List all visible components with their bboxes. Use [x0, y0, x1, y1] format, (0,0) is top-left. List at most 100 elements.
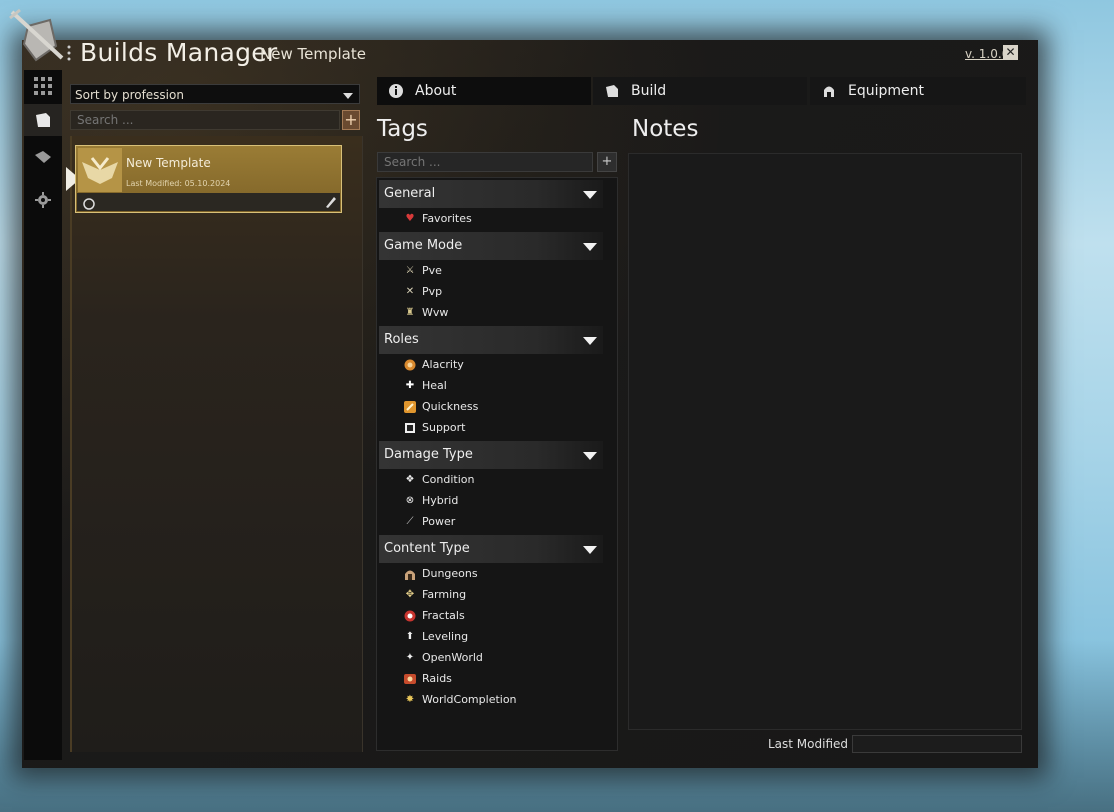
template-card[interactable]: New Template Last Modified: 05.10.2024 — [75, 145, 342, 213]
sort-select[interactable]: Sort by profession — [70, 84, 360, 104]
category-content-type[interactable]: Content Type — [379, 535, 603, 563]
tag-farming[interactable]: ✥ Farming — [404, 585, 466, 605]
tag-quickness[interactable]: Quickness — [404, 397, 478, 417]
tag-leveling[interactable]: ⬆ Leveling — [404, 627, 468, 647]
heal-cross-icon: ✚ — [405, 380, 415, 391]
category-label: Content Type — [384, 541, 470, 556]
category-damage-type[interactable]: Damage Type — [379, 441, 603, 469]
category-roles[interactable]: Roles — [379, 326, 603, 354]
world-completion-icon: ✸ — [405, 694, 415, 705]
window-title: Builds Manager — [80, 38, 278, 67]
tag-pvp[interactable]: ✕ Pvp — [404, 282, 442, 302]
tag-label: OpenWorld — [422, 651, 483, 664]
support-icon — [404, 422, 416, 434]
power-icon: ⟋ — [406, 516, 414, 527]
close-icon: ✕ — [1005, 45, 1016, 59]
hybrid-icon: ⊗ — [405, 495, 415, 506]
raids-icon — [404, 673, 416, 685]
tags-heading: Tags — [377, 116, 428, 142]
rail-settings-button[interactable] — [24, 184, 62, 216]
fractals-icon — [404, 610, 416, 622]
current-template-title: New Template — [260, 45, 366, 63]
template-name: New Template — [126, 156, 211, 170]
tag-condition[interactable]: ❖ Condition — [404, 470, 475, 490]
category-game-mode[interactable]: Game Mode — [379, 232, 603, 260]
template-card-footer — [77, 193, 340, 211]
chevron-down-icon — [583, 337, 597, 345]
template-list — [70, 136, 363, 752]
tag-pve[interactable]: ⚔ Pve — [404, 261, 442, 281]
tag-label: Leveling — [422, 630, 469, 643]
tag-label: WorldCompletion — [422, 693, 517, 706]
alacrity-icon — [404, 359, 416, 371]
tag-raids[interactable]: Raids — [404, 669, 452, 689]
tag-label: Condition — [422, 473, 475, 486]
dungeon-icon — [404, 568, 416, 580]
tag-hybrid[interactable]: ⊗ Hybrid — [404, 491, 459, 511]
template-search-input[interactable] — [70, 110, 340, 130]
tag-label: Hybrid — [422, 494, 459, 507]
build-icon — [603, 82, 621, 100]
chevron-down-icon — [583, 243, 597, 251]
tag-label: Fractals — [422, 609, 465, 622]
open-world-icon: ✦ — [405, 652, 415, 663]
templates-icon — [36, 113, 50, 127]
category-label: Game Mode — [384, 238, 463, 253]
tab-build-label: Build — [631, 83, 667, 99]
tag-fractals[interactable]: Fractals — [404, 606, 465, 626]
tag-label: Power — [422, 515, 456, 528]
tag-label: Support — [422, 421, 466, 434]
category-label: General — [384, 186, 436, 201]
rail-tags-button[interactable] — [24, 142, 62, 174]
tag-heal[interactable]: ✚ Heal — [404, 376, 447, 396]
add-template-button[interactable]: + — [342, 110, 360, 130]
profession-emblem-icon — [78, 148, 122, 192]
chevron-down-icon — [583, 452, 597, 460]
tab-about[interactable]: About — [377, 77, 591, 105]
tag-dungeons[interactable]: Dungeons — [404, 564, 478, 584]
rail-grid-button[interactable] — [24, 70, 62, 102]
tag-label: Wvw — [422, 306, 449, 319]
tag-label: Favorites — [422, 212, 472, 225]
tag-label: Heal — [422, 379, 447, 392]
chevron-down-icon — [343, 93, 353, 99]
leveling-icon: ⬆ — [405, 631, 415, 642]
info-icon — [387, 82, 405, 100]
tab-equipment-label: Equipment — [848, 83, 924, 99]
tab-equipment[interactable]: Equipment — [810, 77, 1026, 105]
left-rail — [24, 70, 62, 760]
tag-favorites[interactable]: ♥ Favorites — [404, 209, 472, 229]
tag-label: Alacrity — [422, 358, 464, 371]
notes-textarea[interactable] — [628, 153, 1022, 730]
tags-search-input[interactable] — [377, 152, 593, 172]
tag-label: Pvp — [422, 285, 443, 298]
tag-power[interactable]: ⟋ Power — [404, 512, 456, 532]
notes-heading: Notes — [632, 116, 699, 142]
rail-templates-button[interactable] — [24, 104, 62, 136]
tag-openworld[interactable]: ✦ OpenWorld — [404, 648, 483, 668]
category-general[interactable]: General — [379, 180, 603, 208]
last-modified-field — [852, 735, 1022, 753]
builds-manager-logo — [9, 8, 64, 62]
category-label: Roles — [384, 332, 419, 347]
drag-handle[interactable] — [66, 44, 72, 62]
tab-build[interactable]: Build — [593, 77, 807, 105]
tag-wvw[interactable]: ♜ Wvw — [404, 303, 449, 323]
heart-icon: ♥ — [405, 213, 415, 224]
tab-about-label: About — [415, 83, 457, 99]
pve-sword-icon: ⚔ — [405, 265, 415, 276]
category-label: Damage Type — [384, 447, 473, 462]
tag-label: Quickness — [422, 400, 479, 413]
close-button[interactable]: ✕ — [1003, 45, 1018, 60]
add-tag-button[interactable]: + — [597, 152, 617, 172]
tag-label: Dungeons — [422, 567, 478, 580]
edit-pencil-icon[interactable] — [324, 194, 336, 213]
sort-select-value: Sort by profession — [75, 88, 184, 102]
plus-icon: + — [344, 110, 358, 129]
template-last-modified: Last Modified: 05.10.2024 — [126, 179, 231, 188]
tag-alacrity[interactable]: Alacrity — [404, 355, 464, 375]
farming-icon: ✥ — [405, 589, 415, 600]
tag-support[interactable]: Support — [404, 418, 465, 438]
tag-label: Raids — [422, 672, 452, 685]
tag-worldcompletion[interactable]: ✸ WorldCompletion — [404, 690, 517, 710]
